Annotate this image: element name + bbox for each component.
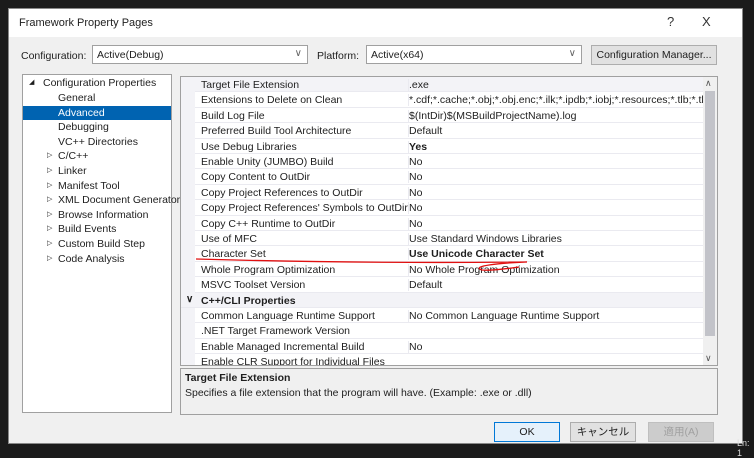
annotation-stroke [195, 258, 528, 271]
red-underline-annotation [195, 258, 528, 271]
